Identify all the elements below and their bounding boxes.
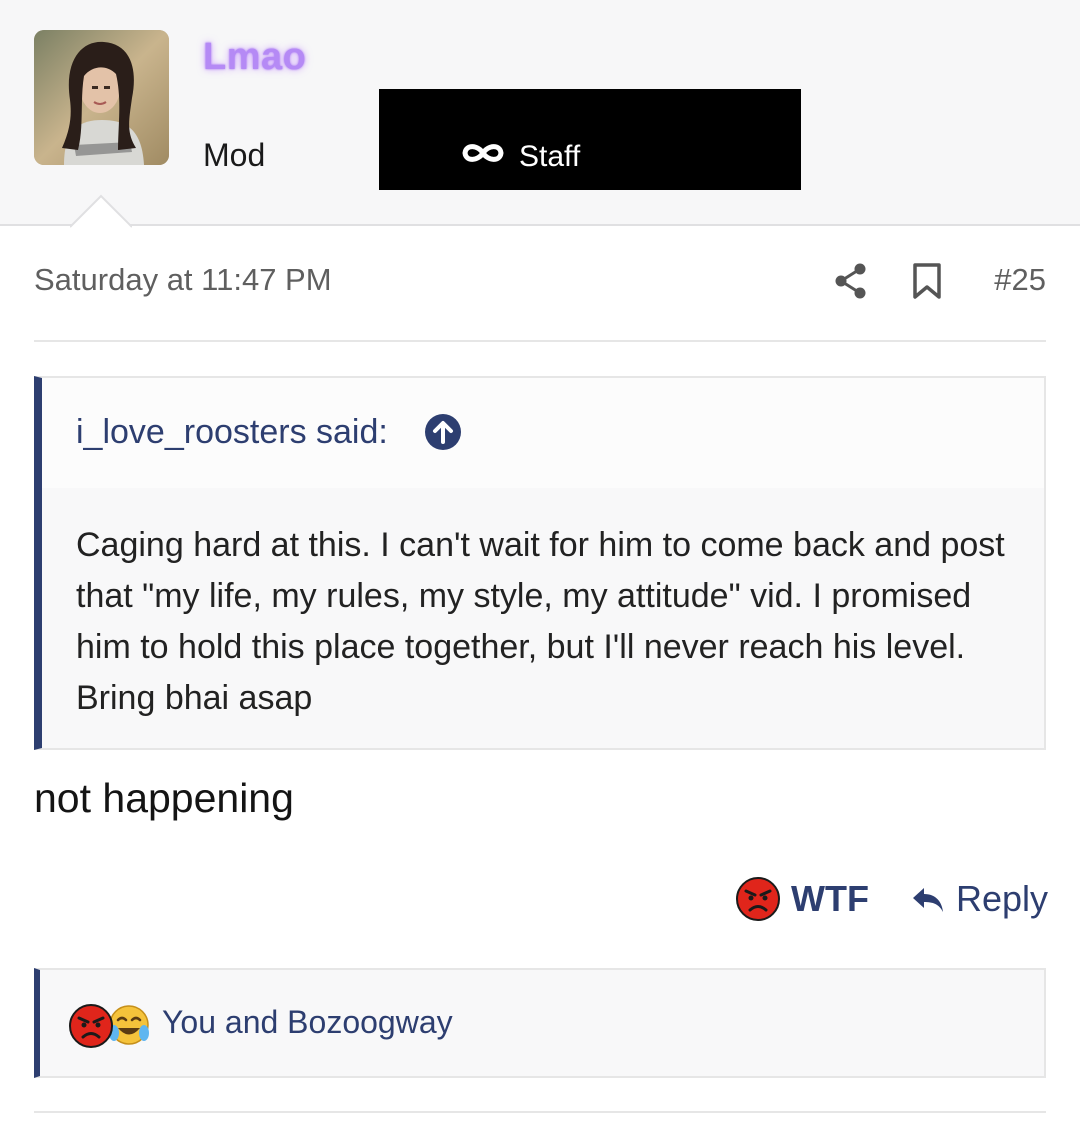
divider: [34, 340, 1046, 342]
crying-laughing-face-icon: [109, 1005, 149, 1045]
reply-arrow-icon: [913, 888, 943, 912]
quote-text: Caging hard at this. I can't wait for hi…: [76, 526, 1005, 717]
post-timestamp[interactable]: Saturday at 11:47 PM: [34, 262, 332, 298]
reactors-list[interactable]: You and Bozoogway: [162, 1004, 453, 1041]
share-icon[interactable]: [834, 262, 868, 300]
caret-pointer: [70, 194, 132, 228]
post-meta-row: Saturday at 11:47 PM #25: [34, 262, 1046, 302]
reactions-summary[interactable]: You and Bozoogway: [34, 968, 1046, 1078]
post-message: not happening: [34, 775, 294, 821]
quote-author[interactable]: i_love_roosters said:: [76, 413, 388, 452]
angry-face-icon: [736, 877, 780, 921]
angry-face-icon: [69, 1004, 113, 1048]
bookmark-icon[interactable]: [910, 262, 944, 300]
avatar-image: [34, 30, 169, 165]
reply-label: Reply: [956, 878, 1049, 919]
reaction-icons: [69, 1004, 149, 1048]
quote-header: i_love_roosters said:: [42, 378, 1044, 488]
post-number[interactable]: #25: [994, 262, 1046, 298]
post-user-header: Lmao Mod Staff: [0, 0, 1080, 228]
username[interactable]: Lmao: [203, 36, 306, 79]
jump-to-quote-icon[interactable]: [424, 413, 462, 451]
quote-block: i_love_roosters said: Caging hard at thi…: [34, 376, 1046, 750]
wtf-reaction-label: WTF: [791, 878, 869, 919]
staff-badge: Staff: [379, 89, 801, 190]
infinity-icon: [462, 144, 504, 162]
staff-badge-label: Staff: [519, 140, 581, 173]
divider: [34, 1111, 1046, 1113]
user-role: Mod: [203, 137, 266, 173]
user-avatar[interactable]: [34, 30, 169, 165]
